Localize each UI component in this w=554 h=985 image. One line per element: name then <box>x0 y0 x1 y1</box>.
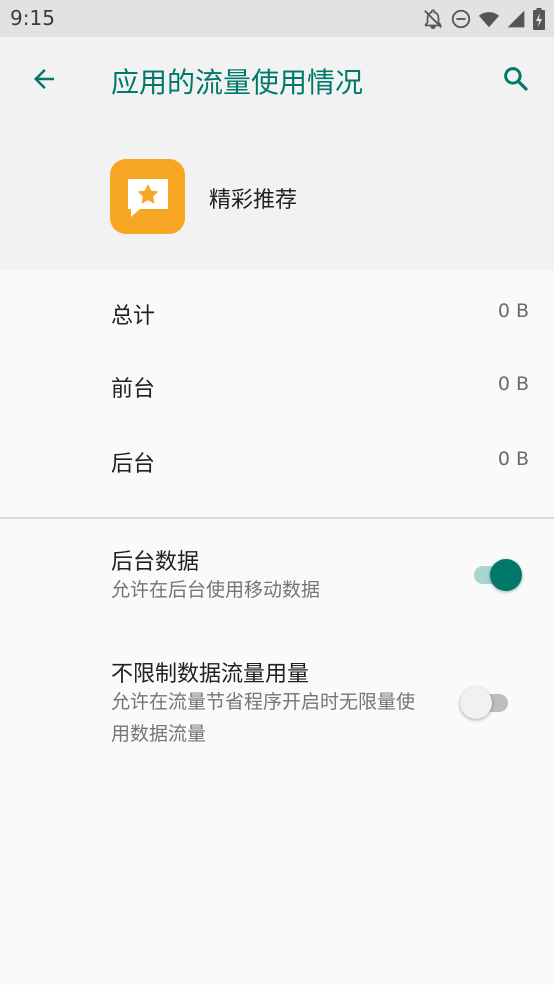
section-divider <box>0 517 554 519</box>
usage-row-total: 总计 0 B <box>0 294 554 334</box>
app-name: 精彩推荐 <box>209 188 298 213</box>
page-title: 应用的流量使用情况 <box>111 66 364 99</box>
arrow-back-icon <box>34 69 54 89</box>
battery-charging-icon <box>533 8 545 30</box>
usage-label: 前台 <box>111 377 156 402</box>
setting-subtitle: 允许在流量节省程序开启时无限量使用数据流量 <box>111 691 416 745</box>
usage-value: 0 B <box>497 373 529 395</box>
status-time: 9:15 <box>10 6 55 30</box>
usage-row-background: 后台 0 B <box>0 442 554 482</box>
signal-icon <box>507 10 525 28</box>
usage-label: 总计 <box>111 304 156 329</box>
search-button[interactable] <box>498 61 534 97</box>
back-button[interactable] <box>26 61 62 97</box>
setting-title: 不限制数据流量用量 <box>111 662 310 687</box>
setting-background-data[interactable]: 后台数据 允许在后台使用移动数据 <box>0 530 554 630</box>
wifi-icon <box>478 12 500 28</box>
background-data-toggle[interactable] <box>470 556 522 591</box>
unrestricted-data-toggle[interactable] <box>460 684 512 719</box>
app-header: 应用的流量使用情况 精彩推荐 <box>0 37 554 270</box>
status-icons <box>422 7 546 31</box>
app-icon <box>110 159 185 234</box>
usage-value: 0 B <box>497 448 529 470</box>
setting-unrestricted-data[interactable]: 不限制数据流量用量 允许在流量节省程序开启时无限量使用数据流量 <box>0 640 554 760</box>
usage-label: 后台 <box>111 452 156 477</box>
search-icon <box>504 67 528 91</box>
usage-row-foreground: 前台 0 B <box>0 367 554 407</box>
notifications-off-icon <box>424 9 442 29</box>
status-bar: 9:15 <box>0 0 554 37</box>
do-not-disturb-icon <box>451 9 471 29</box>
setting-title: 后台数据 <box>111 550 200 575</box>
usage-value: 0 B <box>497 300 529 322</box>
star-chat-icon <box>127 178 168 217</box>
setting-subtitle: 允许在后台使用移动数据 <box>111 579 321 601</box>
